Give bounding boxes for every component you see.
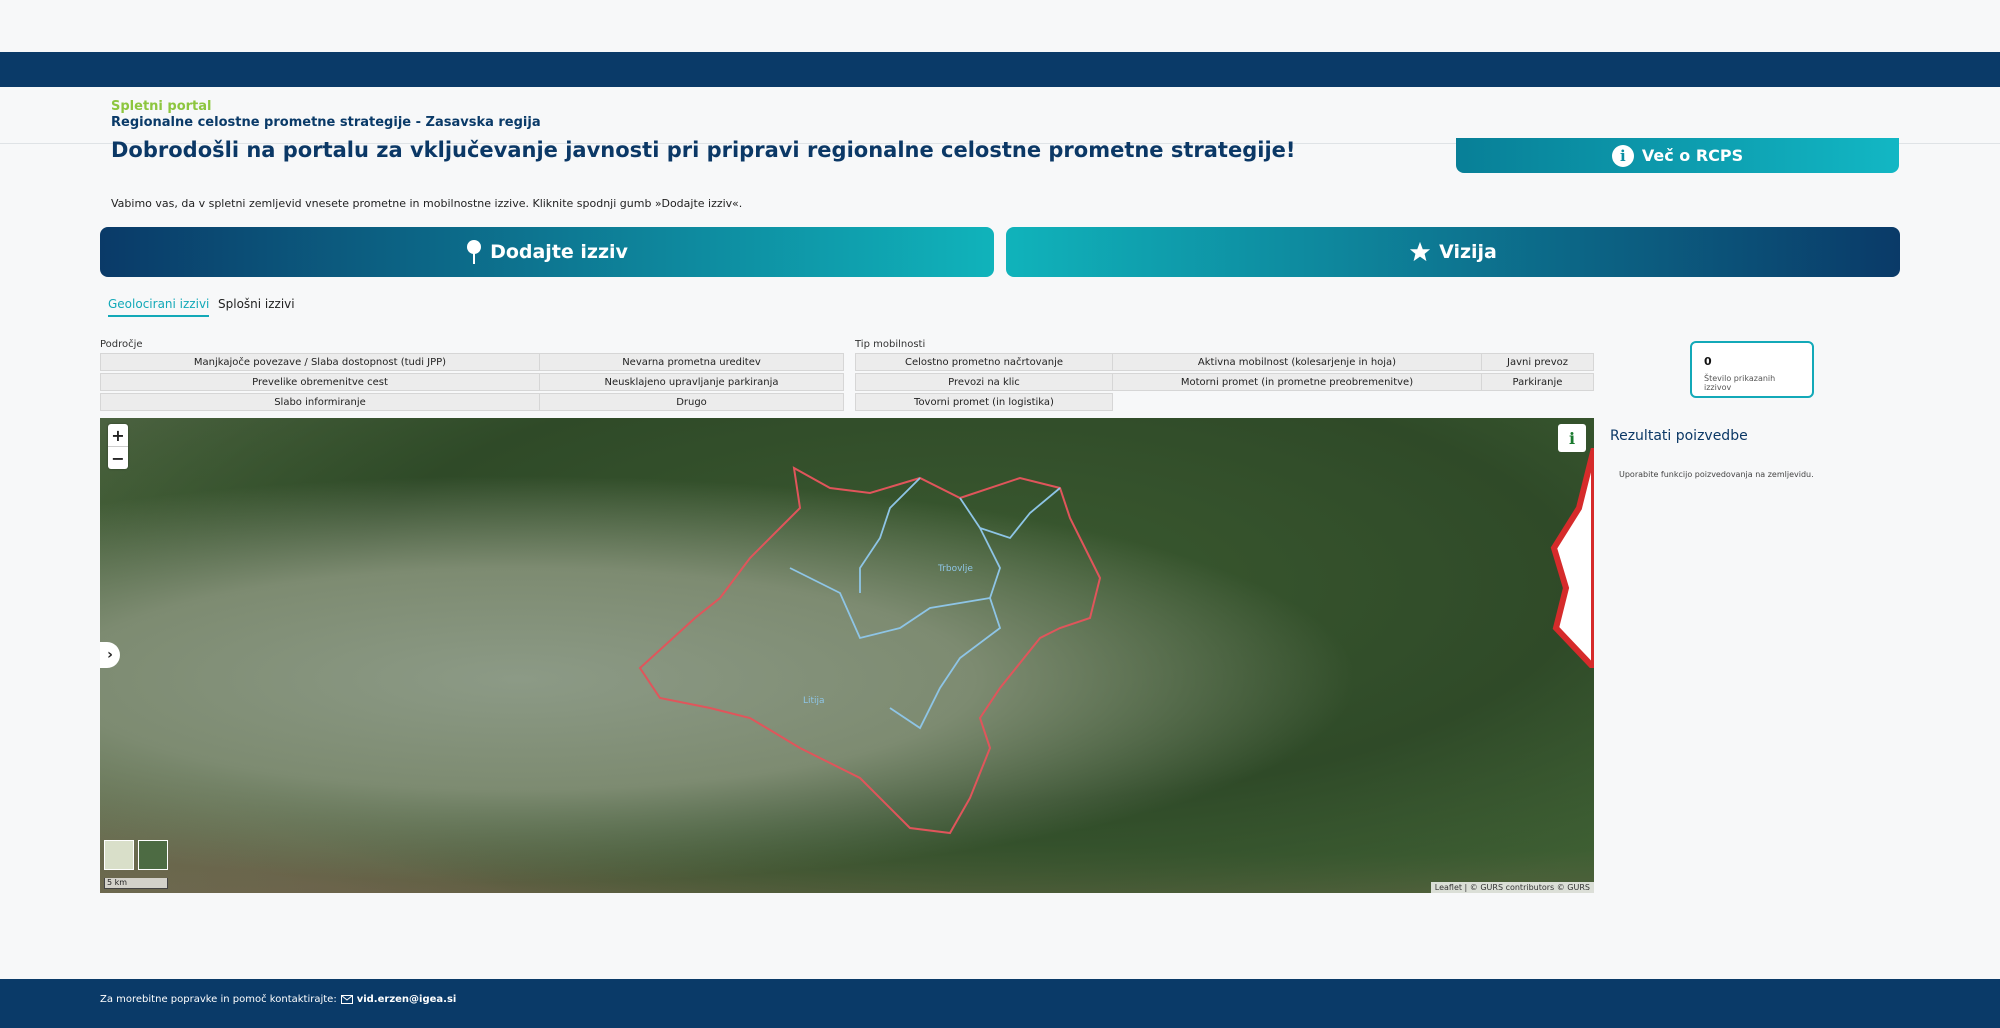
challenge-counter: 0 Število prikazanih izzivov xyxy=(1690,341,1814,398)
brand-title: Regionalne celostne prometne strategije … xyxy=(111,115,541,130)
zoom-in-button[interactable]: + xyxy=(108,424,128,446)
add-challenge-label: Dodajte izziv xyxy=(490,241,628,263)
filter-chip-mobility[interactable]: Aktivna mobilnost (kolesarjenje in hoja) xyxy=(1112,353,1482,371)
map-overlay xyxy=(638,466,1102,835)
counter-label: Število prikazanih izzivov xyxy=(1704,374,1776,392)
footer-text: Za morebitne popravke in pomoč kontaktir… xyxy=(100,994,337,1005)
filter-chip-mobility[interactable]: Motorni promet (in prometne preobremenit… xyxy=(1112,373,1482,391)
zoom-out-button[interactable]: − xyxy=(108,446,128,469)
filter-chip-area[interactable]: Neusklajeno upravljanje parkiranja xyxy=(539,373,844,391)
footer-email-link[interactable]: vid.erzen@igea.si xyxy=(357,994,457,1005)
zoom-control: + − xyxy=(108,424,128,469)
filter-chip-mobility[interactable]: Tovorni promet (in logistika) xyxy=(855,393,1113,411)
envelope-icon xyxy=(340,995,353,1004)
filter-chip-mobility[interactable]: Prevozi na klic xyxy=(855,373,1113,391)
results-title: Rezultati poizvedbe xyxy=(1610,428,1748,444)
vision-button[interactable]: Vizija xyxy=(1006,227,1900,277)
filter-chip-mobility[interactable]: Javni prevoz xyxy=(1481,353,1594,371)
footer-contact: Za morebitne popravke in pomoč kontaktir… xyxy=(100,994,456,1005)
map-pin-icon xyxy=(467,240,482,264)
municipal-boundary xyxy=(789,477,1061,730)
more-about-rcps-label: Več o RCPS xyxy=(1641,146,1744,165)
map-info-button[interactable]: i xyxy=(1558,424,1586,452)
map-scale: 5 km xyxy=(104,878,168,889)
page-title: Dobrodošli na portalu za vključevanje ja… xyxy=(111,138,1296,162)
filter-chip-mobility[interactable]: Parkiranje xyxy=(1481,373,1594,391)
neighbor-boundary xyxy=(1550,448,1594,668)
tab-general[interactable]: Splošni izzivi xyxy=(218,297,295,315)
counter-value: 0 xyxy=(1704,355,1712,368)
tab-geolocated[interactable]: Geolocirani izzivi xyxy=(108,297,210,317)
filter-chip-mobility[interactable]: Celostno prometno načrtovanje xyxy=(855,353,1113,371)
map-attribution[interactable]: Leaflet | © GURS contributors © GURS xyxy=(1430,882,1594,893)
mobility-filter-label: Tip mobilnosti xyxy=(855,339,926,350)
filter-chip-area[interactable]: Drugo xyxy=(539,393,844,411)
filter-chip-area[interactable]: Manjkajoče povezave / Slaba dostopnost (… xyxy=(100,353,540,371)
vision-label: Vizija xyxy=(1439,241,1497,263)
top-bar xyxy=(0,52,2000,87)
brand-subtitle: Spletni portal xyxy=(111,99,212,114)
map-place-label: Litija xyxy=(803,696,825,706)
filter-chip-area[interactable]: Prevelike obremenitve cest xyxy=(100,373,540,391)
area-filter-label: Področje xyxy=(100,339,143,350)
results-hint: Uporabite funkcijo poizvedovanja na zeml… xyxy=(1619,470,1814,479)
star-icon xyxy=(1410,241,1431,262)
more-about-rcps-button[interactable]: i Več o RCPS xyxy=(1456,138,1899,173)
filter-chip-area[interactable]: Nevarna prometna ureditev xyxy=(539,353,844,371)
map[interactable]: Litija Trbovlje + − i › 5 km Leaflet | ©… xyxy=(100,418,1594,893)
basemap-satellite-thumbnail[interactable] xyxy=(138,840,168,870)
filter-chip-area[interactable]: Slabo informiranje xyxy=(100,393,540,411)
basemap-topo-thumbnail[interactable] xyxy=(104,840,134,870)
intro-text: Vabimo vas, da v spletni zemljevid vnese… xyxy=(111,197,743,210)
region-boundary xyxy=(638,466,1102,835)
basemap-switcher xyxy=(104,840,168,870)
map-place-label: Trbovlje xyxy=(938,564,973,574)
add-challenge-button[interactable]: Dodajte izziv xyxy=(100,227,994,277)
info-icon: i xyxy=(1611,144,1634,167)
